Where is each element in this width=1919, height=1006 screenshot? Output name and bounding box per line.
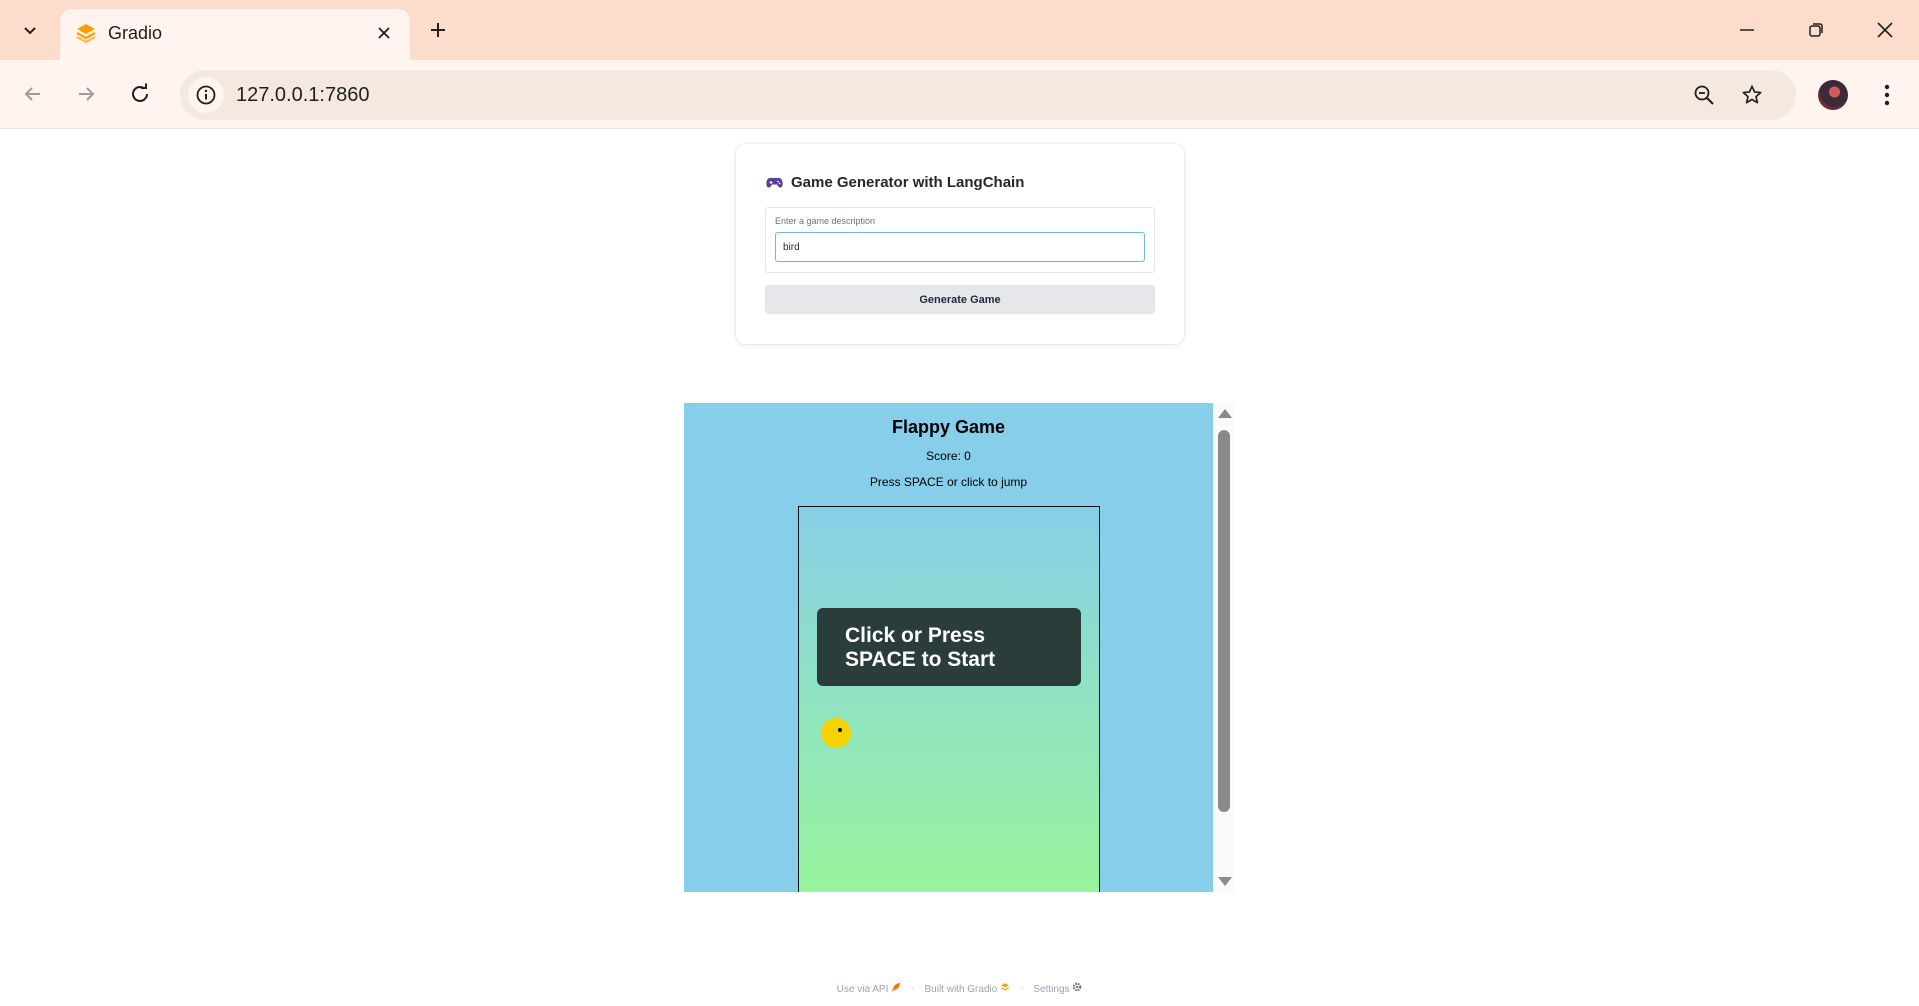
scroll-up-arrow[interactable] [1218,409,1232,418]
generate-game-button[interactable]: Generate Game [765,285,1155,314]
gradio-logo-icon [1001,983,1010,991]
browser-menu-button[interactable] [1870,78,1904,112]
description-field: Enter a game description [765,207,1155,273]
use-api-link[interactable]: Use via API [837,982,901,995]
zoom-icon [1694,85,1714,105]
browser-tab-gradio[interactable]: Gradio [60,9,410,60]
game-iframe[interactable]: Flappy Game Score: 0 Press SPACE or clic… [684,403,1213,892]
arrow-right-icon [79,87,95,101]
close-icon [1877,22,1893,38]
game-title: Flappy Game [891,417,1006,437]
restore-button[interactable] [1793,10,1839,50]
iframe-scrollbar[interactable] [1214,403,1234,892]
tab-title: Gradio [108,23,163,43]
browser-tab-bar: Gradio [0,0,1919,60]
start-overlay[interactable]: Click or Press SPACE to Start [817,608,1081,686]
restore-icon [1809,23,1823,37]
settings-label: Settings [1033,984,1070,995]
reload-button[interactable] [120,74,160,114]
bookmark-button[interactable] [1736,79,1768,111]
close-window-button[interactable] [1862,10,1908,50]
settings-link[interactable]: Settings [1033,982,1082,995]
tab-list-button[interactable] [12,14,48,46]
scroll-down-arrow[interactable] [1218,877,1232,886]
description-label: Enter a game description [775,216,876,226]
rocket-icon [891,983,901,992]
description-input[interactable] [775,232,1145,262]
tab-close-button[interactable] [372,21,396,45]
game-controller-icon [766,177,783,188]
app-title: Game Generator with LangChain [791,174,1025,191]
chevron-down-icon [24,27,36,35]
arrow-left-icon [24,87,40,101]
score-display: Score: 0 [926,449,971,463]
site-info-button[interactable] [188,77,224,113]
url-text[interactable]: 127.0.0.1:7860 [236,83,369,107]
new-tab-button[interactable] [422,14,454,46]
profile-avatar[interactable] [1818,80,1848,110]
gradio-footer: Use via API · Built with Gradio · Settin… [0,982,1919,995]
kebab-menu-icon [1884,84,1890,106]
app-heading: Game Generator with LangChain [766,174,1024,191]
back-button[interactable] [13,74,53,114]
info-icon [196,85,216,105]
star-icon [1742,85,1762,104]
minimize-icon [1740,29,1754,31]
bird-eye [838,728,842,732]
start-message: Click or Press SPACE to Start [845,624,996,671]
zoom-button[interactable] [1688,79,1720,111]
minimize-button[interactable] [1724,10,1770,50]
address-bar[interactable]: 127.0.0.1:7860 [180,70,1796,120]
plus-icon [431,23,445,37]
forward-button[interactable] [66,74,106,114]
gear-icon [1073,982,1082,992]
footer-separator: · [1020,983,1024,994]
generator-card: Game Generator with LangChain Enter a ga… [736,144,1184,344]
game-instructions: Press SPACE or click to jump [869,475,1028,489]
bird-sprite [821,718,851,748]
built-with-gradio-link[interactable]: Built with Gradio [924,982,1010,995]
game-canvas[interactable]: Click or Press SPACE to Start [798,506,1100,892]
built-with-label: Built with Gradio [924,984,998,995]
browser-toolbar: 127.0.0.1:7860 [0,60,1919,129]
close-icon [378,27,390,39]
page-content: Game Generator with LangChain Enter a ga… [0,130,1919,1006]
gradio-logo-icon [76,24,96,44]
use-api-label: Use via API [836,984,889,995]
scrollbar-thumb[interactable] [1218,430,1230,812]
reload-icon [132,83,148,102]
footer-separator: · [911,983,915,994]
